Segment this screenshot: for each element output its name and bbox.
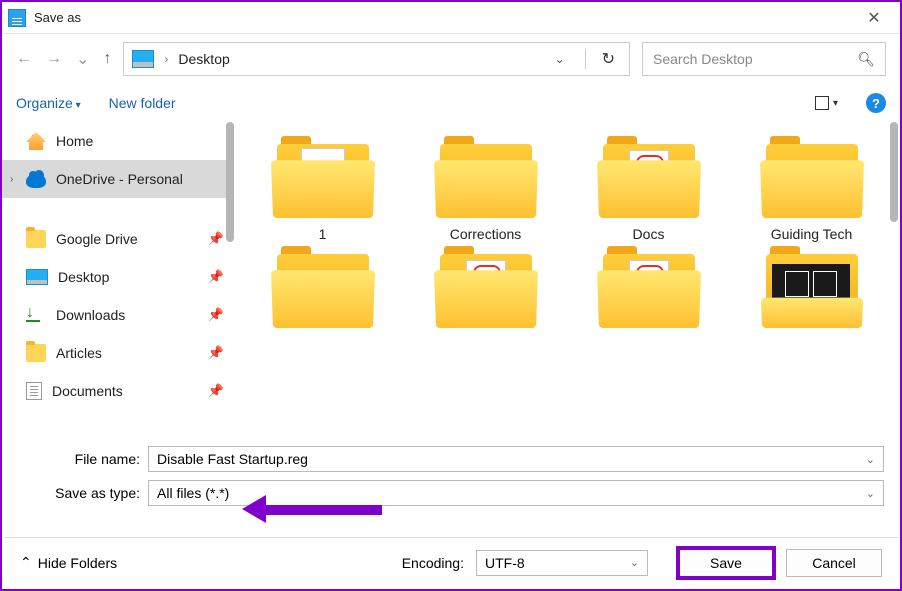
up-icon[interactable]: ↑ — [103, 50, 111, 68]
pin-icon: 📌 — [208, 345, 224, 361]
help-icon[interactable]: ? — [866, 93, 886, 113]
sidebar-item-downloads[interactable]: Downloads 📌 — [2, 296, 234, 334]
encoding-select[interactable]: UTF-8 ⌄ — [476, 550, 648, 576]
onedrive-icon — [26, 174, 46, 188]
view-options-button[interactable]: ▾ — [815, 96, 838, 110]
save-button[interactable]: Save — [676, 546, 776, 580]
cancel-button[interactable]: Cancel — [786, 549, 882, 577]
folder-name: 1 — [319, 226, 327, 246]
sidebar-item-label: Articles — [56, 345, 102, 361]
sidebar-item-label: OneDrive - Personal — [56, 171, 183, 187]
search-placeholder: Search Desktop — [653, 51, 857, 67]
expand-chevron-icon[interactable]: › — [10, 174, 13, 185]
toolbar: Organize New folder ▾ ? — [2, 84, 900, 122]
chevron-down-icon[interactable]: ⌄ — [866, 487, 875, 500]
pin-icon: 📌 — [208, 269, 224, 285]
sidebar-item-articles[interactable]: Articles 📌 — [2, 334, 234, 372]
breadcrumb[interactable]: Desktop — [178, 51, 229, 67]
download-icon — [26, 306, 46, 324]
folder-item[interactable]: 1 — [256, 136, 389, 246]
folder-icon — [599, 136, 699, 218]
folder-name: Docs — [633, 226, 665, 246]
folder-item[interactable]: Docs — [582, 136, 715, 246]
search-input[interactable]: Search Desktop 🔍︎ — [642, 42, 886, 76]
sidebar-item-home[interactable]: Home — [2, 122, 234, 160]
folder-item[interactable] — [745, 246, 878, 356]
save-type-select[interactable]: All files (*.*) ⌄ — [148, 480, 884, 506]
encoding-label: Encoding: — [402, 555, 464, 571]
filename-input[interactable]: Disable Fast Startup.reg ⌄ — [148, 446, 884, 472]
back-icon[interactable]: ← — [16, 50, 32, 68]
sidebar-item-label: Google Drive — [56, 231, 138, 247]
app-icon — [8, 9, 26, 27]
document-icon — [26, 382, 42, 400]
pin-icon: 📌 — [208, 307, 224, 323]
sidebar-item-onedrive[interactable]: › OneDrive - Personal — [2, 160, 234, 198]
breadcrumb-sep-icon: › — [164, 52, 168, 66]
window-title: Save as — [34, 10, 854, 25]
main-area: Home › OneDrive - Personal Google Drive … — [2, 122, 900, 438]
folder-icon — [436, 246, 536, 328]
file-grid[interactable]: 1 Corrections Docs Guiding Tech — [234, 122, 900, 438]
folder-icon — [436, 136, 536, 218]
pin-icon: 📌 — [208, 383, 224, 399]
folder-item[interactable]: Corrections — [419, 136, 552, 246]
sidebar-item-google-drive[interactable]: Google Drive 📌 — [2, 220, 234, 258]
folder-item[interactable] — [256, 246, 389, 356]
chevron-down-icon: ⌄ — [630, 556, 639, 569]
navigation-row: ← → ⌄ ↑ › Desktop ⌄ ↻ Search Desktop 🔍︎ — [2, 34, 900, 84]
folder-item[interactable] — [582, 246, 715, 356]
folder-name: Corrections — [450, 226, 522, 246]
hide-folders-button[interactable]: ⌃ Hide Folders — [20, 554, 117, 571]
sidebar-item-label: Home — [56, 133, 93, 149]
close-icon[interactable]: ✕ — [854, 8, 894, 28]
sidebar-item-desktop[interactable]: Desktop 📌 — [2, 258, 234, 296]
organize-button[interactable]: Organize — [16, 95, 81, 111]
sidebar-item-label: Desktop — [58, 269, 109, 285]
chevron-up-icon: ⌃ — [20, 554, 32, 571]
home-icon — [26, 132, 46, 150]
folder-icon — [26, 344, 46, 362]
desktop-icon — [26, 269, 48, 285]
address-bar[interactable]: › Desktop ⌄ ↻ — [123, 42, 630, 76]
filename-value: Disable Fast Startup.reg — [157, 451, 308, 467]
folder-icon — [273, 246, 373, 328]
folder-name: Guiding Tech — [771, 226, 852, 246]
nav-arrows: ← → ⌄ ↑ — [16, 49, 111, 69]
save-type-value: All files (*.*) — [157, 485, 229, 501]
folder-item[interactable]: Guiding Tech — [745, 136, 878, 246]
pin-icon: 📌 — [208, 231, 224, 247]
desktop-location-icon — [132, 50, 154, 68]
save-form: File name: Disable Fast Startup.reg ⌄ Sa… — [2, 438, 900, 506]
sidebar-item-label: Downloads — [56, 307, 125, 323]
sidebar-scrollbar[interactable] — [226, 122, 234, 242]
folder-icon — [599, 246, 699, 328]
view-icon — [815, 96, 829, 110]
folder-icon — [26, 230, 46, 248]
sidebar-item-documents[interactable]: Documents 📌 — [2, 372, 234, 410]
refresh-icon[interactable]: ↻ — [596, 49, 621, 69]
recent-chevron-icon[interactable]: ⌄ — [76, 49, 89, 69]
sidebar-item-label: Documents — [52, 383, 123, 399]
address-chevron-icon[interactable]: ⌄ — [555, 52, 565, 66]
folder-icon — [762, 136, 862, 218]
forward-icon[interactable]: → — [46, 50, 62, 68]
title-bar: Save as ✕ — [2, 2, 900, 34]
sidebar: Home › OneDrive - Personal Google Drive … — [2, 122, 234, 438]
save-type-label: Save as type: — [18, 485, 148, 501]
chevron-down-icon[interactable]: ⌄ — [866, 453, 875, 466]
folder-item[interactable] — [419, 246, 552, 356]
folder-icon — [273, 136, 373, 218]
search-icon: 🔍︎ — [857, 51, 875, 68]
footer: ⌃ Hide Folders Encoding: UTF-8 ⌄ Save Ca… — [4, 537, 898, 587]
content-scrollbar[interactable] — [890, 122, 898, 222]
folder-icon — [762, 246, 862, 328]
encoding-value: UTF-8 — [485, 555, 525, 571]
hide-folders-label: Hide Folders — [38, 555, 117, 571]
new-folder-button[interactable]: New folder — [109, 95, 176, 111]
filename-label: File name: — [18, 451, 148, 467]
